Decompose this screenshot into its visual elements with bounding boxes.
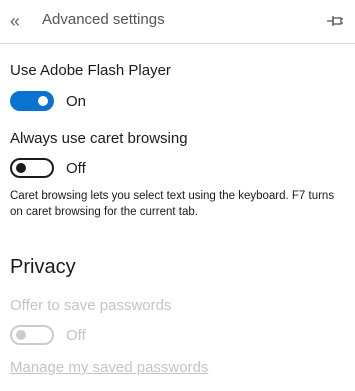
flash-setting-label: Use Adobe Flash Player xyxy=(10,62,171,79)
flash-toggle[interactable] xyxy=(10,91,54,111)
page-title: Advanced settings xyxy=(42,11,165,28)
manage-passwords-link: Manage my saved passwords xyxy=(10,359,209,376)
offer-passwords-label: Offer to save passwords xyxy=(10,297,172,314)
offer-passwords-toggle xyxy=(10,325,54,345)
flash-toggle-row: On xyxy=(10,91,86,111)
flash-toggle-state: On xyxy=(66,92,87,110)
privacy-heading: Privacy xyxy=(10,256,76,278)
toggle-knob xyxy=(16,163,26,173)
caret-toggle[interactable] xyxy=(10,158,54,178)
panel-header: « Advanced settings xyxy=(0,0,355,44)
offer-passwords-toggle-state: Off xyxy=(66,326,86,344)
caret-description: Caret browsing lets you select text usin… xyxy=(10,190,335,218)
toggle-knob xyxy=(16,330,26,340)
pin-icon[interactable] xyxy=(325,12,345,30)
caret-toggle-row: Off xyxy=(10,158,86,178)
caret-toggle-state: Off xyxy=(66,159,86,177)
caret-setting-label: Always use caret browsing xyxy=(10,130,188,147)
toggle-knob xyxy=(38,96,48,106)
back-icon[interactable]: « xyxy=(10,11,30,31)
offer-passwords-toggle-row: Off xyxy=(10,325,86,345)
advanced-settings-panel: « Advanced settings Use Adobe Flash Play… xyxy=(0,0,355,391)
